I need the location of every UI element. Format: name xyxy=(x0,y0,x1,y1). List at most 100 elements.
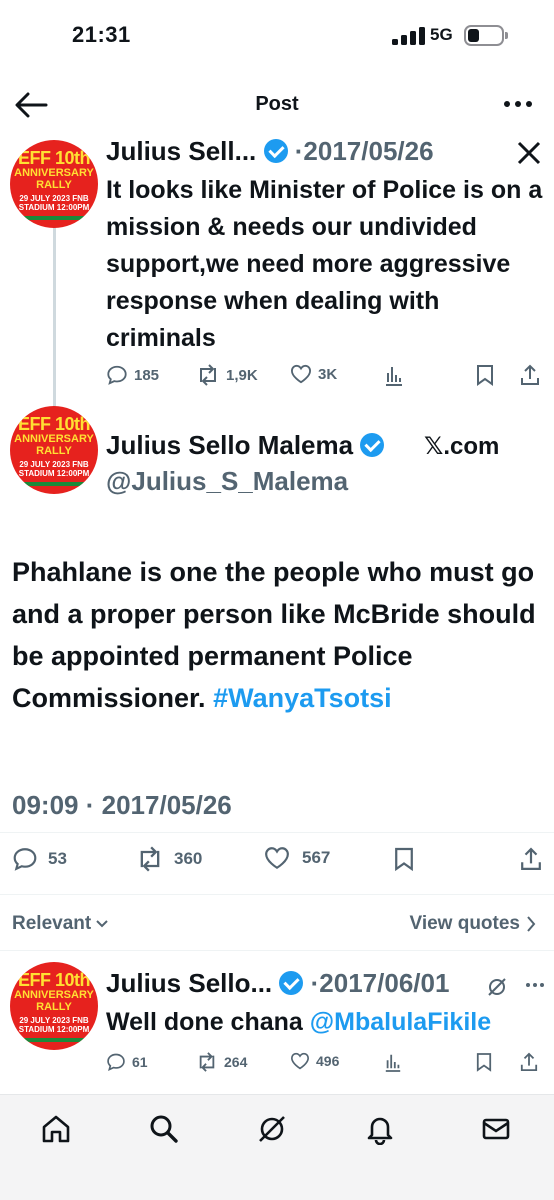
bookmark-icon xyxy=(395,847,413,872)
repost-button[interactable]: 1,9K xyxy=(196,364,258,386)
separator: · xyxy=(310,968,320,998)
tweet-text: Well done chana @MbalulaFikile xyxy=(106,1004,551,1041)
repost-icon xyxy=(200,364,216,386)
heart-icon xyxy=(265,847,289,870)
views-icon xyxy=(385,1054,401,1072)
tweet-date: 2017/05/26 xyxy=(101,790,232,820)
tweet-actions: 185 1,9K 3K xyxy=(0,364,554,394)
sort-label: Relevant xyxy=(12,913,92,934)
verified-icon xyxy=(263,139,288,163)
home-icon[interactable] xyxy=(40,1113,74,1147)
tweet-header: Julius Sello Malema xyxy=(106,430,385,461)
tweet-timestamp: 09:09 · 2017/05/26 xyxy=(12,790,232,821)
tweet-date: 2017/06/01 xyxy=(319,968,450,998)
avatar-text: 29 JULY 2023 FNB STADIUM 12:00PM xyxy=(18,460,90,478)
bookmark-icon xyxy=(477,365,493,386)
mention-link[interactable]: @MbalulaFikile xyxy=(310,1008,491,1036)
reply-button[interactable]: 61 xyxy=(106,1052,148,1072)
author-handle[interactable]: @Julius_S_Malema xyxy=(106,466,348,497)
reply-count: 185 xyxy=(134,366,160,384)
share-button[interactable] xyxy=(520,364,540,386)
chevron-down-icon xyxy=(96,920,108,928)
avatar[interactable]: EFF 10th ANNIVERSARY RALLY 29 JULY 2023 … xyxy=(10,962,98,1050)
avatar-text: ANNIVERSARY RALLY xyxy=(14,989,94,1013)
tweet-text: Phahlane is one the people who must go a… xyxy=(12,551,547,719)
avatar-text: EFF 10th xyxy=(17,970,91,990)
divider xyxy=(0,832,554,833)
status-time: 21:31 xyxy=(72,22,131,47)
more-icon[interactable] xyxy=(526,982,546,990)
repost-icon xyxy=(140,846,160,872)
views-button[interactable] xyxy=(384,364,404,386)
separator: · xyxy=(85,790,95,820)
avatar-text: ANNIVERSARY RALLY xyxy=(14,433,94,457)
battery-icon xyxy=(464,25,508,46)
repost-button[interactable]: 264 xyxy=(196,1052,247,1072)
verified-icon xyxy=(360,433,385,457)
bottom-nav xyxy=(0,1094,554,1200)
tweet-header: Julius Sell... ·2017/05/26 xyxy=(106,136,434,167)
share-button[interactable] xyxy=(520,1052,538,1072)
sort-dropdown[interactable]: Relevant xyxy=(12,913,109,935)
avatar-text: EFF 10th xyxy=(17,148,91,168)
search-icon[interactable] xyxy=(148,1113,182,1147)
verified-icon xyxy=(279,971,304,995)
repost-button[interactable]: 360 xyxy=(136,846,202,872)
signal-icon xyxy=(392,27,426,45)
reply-button[interactable]: 185 xyxy=(106,364,159,386)
share-icon xyxy=(520,1052,538,1071)
tweet-actions: 53 360 567 xyxy=(0,846,554,876)
heart-icon xyxy=(290,364,312,384)
share-button[interactable] xyxy=(520,846,542,872)
avatar[interactable]: EFF 10th ANNIVERSARY RALLY 29 JULY 2023 … xyxy=(10,406,98,494)
bookmark-button[interactable] xyxy=(394,846,414,872)
share-icon xyxy=(521,847,541,870)
status-bar: 21:31 5G xyxy=(0,0,554,80)
reply-icon xyxy=(13,848,37,871)
reply-count: 61 xyxy=(132,1054,148,1070)
source-label[interactable]: 𝕏.com xyxy=(424,432,499,461)
view-quotes-link[interactable]: View quotes xyxy=(409,913,520,935)
tweet-text: It looks like Minister of Police is on a… xyxy=(106,176,543,352)
hashtag-link[interactable]: #WanyaTsotsi xyxy=(213,683,392,713)
grok-icon[interactable] xyxy=(256,1113,290,1147)
repost-count: 360 xyxy=(174,849,203,868)
author-name[interactable]: Julius Sello Malema xyxy=(106,430,353,460)
heart-icon xyxy=(290,1052,310,1070)
notifications-icon[interactable] xyxy=(364,1113,398,1147)
avatar-text: EFF 10th xyxy=(17,414,91,434)
like-count: 496 xyxy=(316,1053,340,1069)
bookmark-button[interactable] xyxy=(476,364,494,386)
tweet-time: 09:09 xyxy=(12,790,79,820)
like-button[interactable]: 496 xyxy=(290,1052,339,1070)
chevron-right-icon xyxy=(527,916,536,932)
bookmark-button[interactable] xyxy=(476,1052,492,1072)
like-button[interactable]: 3K xyxy=(290,364,337,384)
tweet-actions: 61 264 496 xyxy=(0,1052,554,1082)
like-count: 567 xyxy=(302,848,331,867)
views-icon xyxy=(386,367,402,386)
more-icon[interactable] xyxy=(504,100,532,108)
repost-icon xyxy=(199,1052,215,1072)
reply-icon xyxy=(107,365,127,385)
tweet-header: Julius Sello... ·2017/06/01 xyxy=(106,968,449,999)
avatar-text: 29 JULY 2023 FNB STADIUM 12:00PM xyxy=(18,194,90,212)
avatar[interactable]: EFF 10th ANNIVERSARY RALLY 29 JULY 2023 … xyxy=(10,140,98,228)
author-name[interactable]: Julius Sell... xyxy=(106,136,256,166)
x-logo-icon xyxy=(516,140,542,171)
reply-button[interactable]: 53 xyxy=(12,846,67,872)
repost-count: 1,9K xyxy=(226,366,258,384)
messages-icon[interactable] xyxy=(480,1113,514,1147)
divider xyxy=(0,894,554,895)
like-button[interactable]: 567 xyxy=(264,846,330,870)
divider xyxy=(0,950,554,951)
top-nav: Post xyxy=(0,80,554,130)
reply-count: 53 xyxy=(48,849,67,868)
like-count: 3K xyxy=(318,365,338,383)
tweet-date: 2017/05/26 xyxy=(303,136,434,166)
author-name[interactable]: Julius Sello... xyxy=(106,968,272,998)
grok-icon[interactable] xyxy=(486,976,508,998)
bookmark-icon xyxy=(476,1053,492,1072)
views-button[interactable] xyxy=(384,1052,402,1072)
repost-count: 264 xyxy=(224,1054,248,1070)
